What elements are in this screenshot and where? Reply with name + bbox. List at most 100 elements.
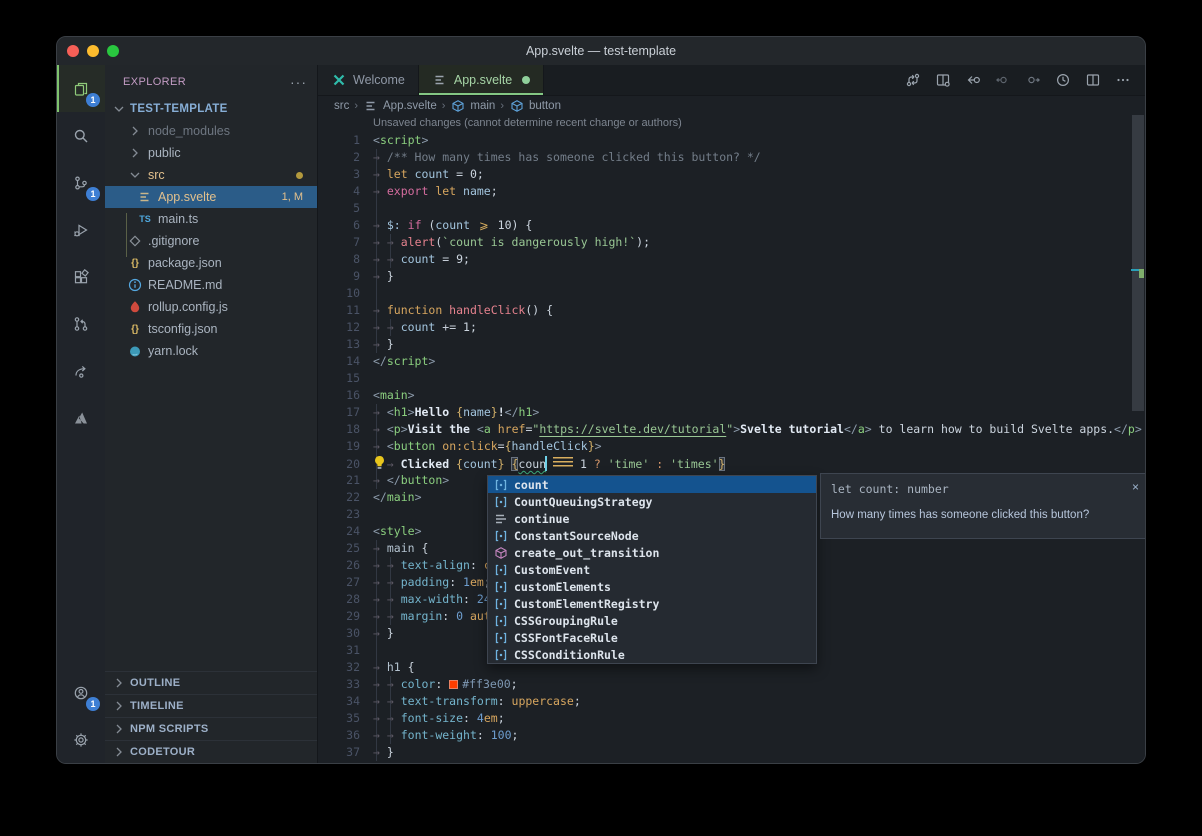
suggest-item-count[interactable]: count bbox=[488, 476, 816, 493]
suggest-item-CSSFontFaceRule[interactable]: CSSFontFaceRule bbox=[488, 629, 816, 646]
breadcrumb-app-svelte[interactable]: App.svelte bbox=[363, 98, 437, 114]
split-editor-icon[interactable] bbox=[1081, 68, 1105, 92]
file-README.md[interactable]: README.md bbox=[105, 274, 317, 296]
file-src[interactable]: src bbox=[105, 164, 317, 186]
code-line-6[interactable]: 6→ $: if (count ⩾ 10) { bbox=[318, 217, 1131, 234]
suggest-item-CSSConditionRule[interactable]: CSSConditionRule bbox=[488, 646, 816, 663]
open-changes-icon[interactable] bbox=[931, 68, 955, 92]
code-line-11[interactable]: 11→ function handleClick() { bbox=[318, 302, 1131, 319]
code-line-17[interactable]: 17→ <h1>Hello {name}!</h1> bbox=[318, 404, 1131, 421]
code-editor[interactable]: Unsaved changes (cannot determine recent… bbox=[318, 115, 1145, 763]
modified-dot[interactable] bbox=[522, 76, 530, 84]
code-line-9[interactable]: 9→ } bbox=[318, 268, 1131, 285]
scrollbar-thumb[interactable] bbox=[1132, 115, 1144, 411]
activity-explorer[interactable]: 1 bbox=[57, 65, 105, 112]
chevron-down-icon bbox=[127, 167, 143, 183]
suggest-item-CSSGroupingRule[interactable]: CSSGroupingRule bbox=[488, 612, 816, 629]
compare-changes-icon[interactable] bbox=[901, 68, 925, 92]
code-line-7[interactable]: 7→ → alert(`count is dangerously high!`)… bbox=[318, 234, 1131, 251]
section-npm-scripts[interactable]: NPM SCRIPTS bbox=[105, 717, 317, 740]
run-debug-icon bbox=[73, 222, 89, 238]
code-line-16[interactable]: 16<main> bbox=[318, 387, 1131, 404]
activity-run-debug[interactable] bbox=[57, 206, 105, 253]
code-line-5[interactable]: 5 bbox=[318, 200, 1131, 217]
section-timeline[interactable]: TIMELINE bbox=[105, 694, 317, 717]
activity-extensions[interactable] bbox=[57, 253, 105, 300]
file-tsconfig.json[interactable]: {}tsconfig.json bbox=[105, 318, 317, 340]
suggest-item-CustomElementRegistry[interactable]: CustomElementRegistry bbox=[488, 595, 816, 612]
tab-app-svelte[interactable]: App.svelte bbox=[419, 65, 544, 95]
activity-accounts[interactable]: 1 bbox=[57, 669, 105, 716]
code-line-13[interactable]: 13→ } bbox=[318, 336, 1131, 353]
diamond-icon bbox=[127, 233, 143, 249]
line-number: 37 bbox=[318, 744, 360, 761]
code-line-19[interactable]: 19→ <button on:click={handleClick}> bbox=[318, 438, 1131, 455]
code-line-35[interactable]: 35→ → font-size: 4em; bbox=[318, 710, 1131, 727]
code-line-15[interactable]: 15 bbox=[318, 370, 1131, 387]
next-change-icon[interactable] bbox=[1021, 68, 1045, 92]
chevron-right-icon bbox=[111, 698, 127, 714]
code-line-8[interactable]: 8→ → count = 9; bbox=[318, 251, 1131, 268]
line-number: 2 bbox=[318, 149, 360, 166]
code-line-4[interactable]: 4→ export let name; bbox=[318, 183, 1131, 200]
code-line-36[interactable]: 36→ → font-weight: 100; bbox=[318, 727, 1131, 744]
navigate-back-icon[interactable] bbox=[961, 68, 985, 92]
color-swatch[interactable] bbox=[449, 680, 458, 689]
close-icon[interactable]: × bbox=[1132, 480, 1139, 494]
section-codetour[interactable]: CODETOUR bbox=[105, 740, 317, 763]
file-rollup.config.js[interactable]: rollup.config.js bbox=[105, 296, 317, 318]
breadcrumb-separator: › bbox=[500, 100, 504, 112]
tab-welcome[interactable]: Welcome bbox=[318, 65, 419, 95]
settings-icon bbox=[73, 732, 89, 748]
code-line-12[interactable]: 12→ → count += 1; bbox=[318, 319, 1131, 336]
suggest-item-CustomEvent[interactable]: CustomEvent bbox=[488, 561, 816, 578]
breadcrumb-src[interactable]: src bbox=[334, 100, 349, 112]
file-package.json[interactable]: {}package.json bbox=[105, 252, 317, 274]
previous-change-icon[interactable] bbox=[991, 68, 1015, 92]
code-line-37[interactable]: 37→ } bbox=[318, 744, 1131, 761]
file-yarn.lock[interactable]: yarn.lock bbox=[105, 340, 317, 362]
more-actions-icon[interactable] bbox=[1111, 68, 1135, 92]
file-main.ts[interactable]: TSmain.ts bbox=[105, 208, 317, 230]
suggest-widget: countCountQueuingStrategycontinueConstan… bbox=[487, 475, 817, 664]
line-number: 19 bbox=[318, 438, 360, 455]
suggest-item-CountQueuingStrategy[interactable]: CountQueuingStrategy bbox=[488, 493, 816, 510]
code-line-20[interactable]: 20→ Clicked {count} {coun 1 ? 'time' : '… bbox=[318, 455, 1131, 472]
explorer-more-actions-icon[interactable]: ··· bbox=[290, 74, 307, 90]
section-outline[interactable]: OUTLINE bbox=[105, 671, 317, 694]
suggest-item-ConstantSourceNode[interactable]: ConstantSourceNode bbox=[488, 527, 816, 544]
file-public[interactable]: public bbox=[105, 142, 317, 164]
activity-azure[interactable] bbox=[57, 394, 105, 441]
search-icon bbox=[73, 128, 89, 144]
code-line-34[interactable]: 34→ → text-transform: uppercase; bbox=[318, 693, 1131, 710]
lightbulb-icon[interactable] bbox=[373, 455, 387, 470]
suggest-item-customElements[interactable]: customElements bbox=[488, 578, 816, 595]
activity-settings[interactable] bbox=[57, 716, 105, 763]
line-number: 23 bbox=[318, 506, 360, 523]
code-line-10[interactable]: 10 bbox=[318, 285, 1131, 302]
typescript-icon: TS bbox=[137, 211, 153, 227]
activity-github-pull-requests[interactable] bbox=[57, 300, 105, 347]
suggest-item-create_out_transition[interactable]: create_out_transition bbox=[488, 544, 816, 561]
file-history-icon[interactable] bbox=[1051, 68, 1075, 92]
vscode-window: App.svelte — test-template 11 1 EXPLORER… bbox=[56, 36, 1146, 764]
file-.gitignore[interactable]: .gitignore bbox=[105, 230, 317, 252]
activity-search[interactable] bbox=[57, 112, 105, 159]
suggest-item-continue[interactable]: continue bbox=[488, 510, 816, 527]
line-number: 18 bbox=[318, 421, 360, 438]
code-line-33[interactable]: 33→ → color: #ff3e00; bbox=[318, 676, 1131, 693]
tree-root-test-template[interactable]: TEST-TEMPLATE bbox=[105, 98, 317, 120]
file-node_modules[interactable]: node_modules bbox=[105, 120, 317, 142]
code-line-2[interactable]: 2→ /** How many times has someone clicke… bbox=[318, 149, 1131, 166]
code-line-18[interactable]: 18→ <p>Visit the <a href="https://svelte… bbox=[318, 421, 1131, 438]
code-line-1[interactable]: 1<script> bbox=[318, 132, 1131, 149]
activity-live-share[interactable] bbox=[57, 347, 105, 394]
file-App.svelte[interactable]: App.svelte1, M bbox=[105, 186, 317, 208]
breadcrumb-button[interactable]: button bbox=[509, 98, 561, 114]
editor-scrollbar[interactable] bbox=[1131, 115, 1145, 763]
code-line-14[interactable]: 14</script> bbox=[318, 353, 1131, 370]
code-line-3[interactable]: 3→ let count = 0; bbox=[318, 166, 1131, 183]
breadcrumb-main[interactable]: main bbox=[450, 98, 495, 114]
titlebar[interactable]: App.svelte — test-template bbox=[57, 37, 1145, 66]
activity-source-control[interactable]: 1 bbox=[57, 159, 105, 206]
